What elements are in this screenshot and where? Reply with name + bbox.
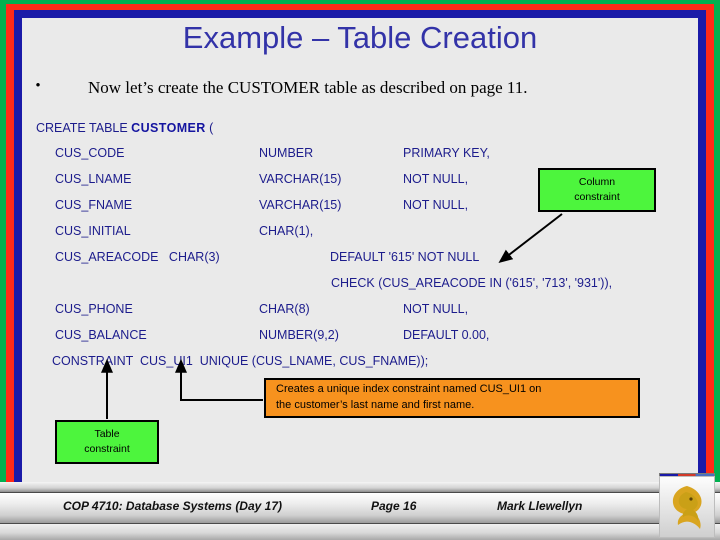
sql-table-constraint-row: CONSTRAINT CUS_UI1 UNIQUE (CUS_LNAME, CU… xyxy=(22,354,698,372)
sql-column-row: CUS_CODE NUMBER PRIMARY KEY, xyxy=(22,146,698,164)
sql-column-row: CUS_PHONE CHAR(8) NOT NULL, xyxy=(22,302,698,320)
footer-course-label: COP 4710: Database Systems (Day 17) xyxy=(63,499,282,513)
sql-column-constraint: DEFAULT 0.00, xyxy=(403,328,490,342)
sql-column-constraint: NOT NULL, xyxy=(403,302,469,316)
sql-column-constraint: PRIMARY KEY, xyxy=(403,146,490,160)
sql-column-name: CUS_INITIAL xyxy=(55,224,131,238)
sql-areacode-default: DEFAULT '615' NOT NULL xyxy=(330,250,480,264)
sql-column-name: CUS_BALANCE xyxy=(55,328,147,342)
sql-column-type: VARCHAR(15) xyxy=(259,198,342,212)
sql-unique-constraint: CONSTRAINT CUS_UI1 UNIQUE (CUS_LNAME, CU… xyxy=(52,354,429,368)
footer-author-label: Mark Llewellyn xyxy=(497,499,583,513)
sql-column-constraint: NOT NULL, xyxy=(403,172,469,186)
callout-unique-note-line2: the customer’s last name and first name. xyxy=(276,399,475,411)
sql-header-line: CREATE TABLE CUSTOMER ( xyxy=(36,121,213,135)
sql-column-name: CUS_CODE xyxy=(55,146,125,160)
sql-column-type: NUMBER xyxy=(259,146,314,160)
footer-page-number: Page 16 xyxy=(371,499,417,513)
callout-unique-index-note[interactable]: Creates a unique index constraint named … xyxy=(264,378,640,418)
sql-keyword-create-table: CREATE TABLE xyxy=(36,121,132,135)
callout-unique-note-line1: Creates a unique index constraint named … xyxy=(276,383,542,396)
sql-column-row: CUS_BALANCE NUMBER(9,2) DEFAULT 0.00, xyxy=(22,328,698,346)
callout-column-constraint-line2: constraint xyxy=(574,191,620,203)
sql-check-clause: CHECK (CUS_AREACODE IN ('615', '713', '9… xyxy=(331,276,613,290)
sql-column-type: NUMBER(9,2) xyxy=(259,328,339,342)
sql-column-name: CUS_FNAME xyxy=(55,198,133,212)
bullet-text: Now let’s create the CUSTOMER table as d… xyxy=(88,78,528,97)
sql-check-row: CHECK (CUS_AREACODE IN ('615', '713', '9… xyxy=(22,276,698,294)
sql-column-name: CUS_PHONE xyxy=(55,302,133,316)
sql-column-type: VARCHAR(15) xyxy=(259,172,342,186)
sql-column-row: CUS_INITIAL CHAR(1), xyxy=(22,224,698,242)
bullet-marker-icon: • xyxy=(35,78,41,94)
callout-column-constraint[interactable]: Column constraint xyxy=(538,168,656,212)
slide-footer: COP 4710: Database Systems (Day 17) Page… xyxy=(0,482,720,540)
callout-table-constraint-line1: Table xyxy=(94,427,120,440)
sql-column-constraint: NOT NULL, xyxy=(403,198,469,212)
sql-areacode-row: CUS_AREACODE CHAR(3) DEFAULT '615' NOT N… xyxy=(22,250,698,268)
sql-open-paren: ( xyxy=(205,121,214,135)
footer-band-bottom xyxy=(0,524,720,540)
callout-table-constraint-line2: constraint xyxy=(84,443,130,455)
callout-column-constraint-line1: Column xyxy=(578,175,616,188)
sql-column-name: CUS_LNAME xyxy=(55,172,132,186)
slide-canvas: Example – Table Creation • Now let’s crea… xyxy=(22,18,698,522)
footer-band-top xyxy=(0,482,720,493)
sql-areacode-declaration: CUS_AREACODE CHAR(3) xyxy=(55,250,220,264)
ucf-pegasus-logo-icon xyxy=(659,476,715,538)
sql-table-name: CUSTOMER xyxy=(131,121,206,135)
page-title: Example – Table Creation xyxy=(182,20,538,55)
sql-column-type: CHAR(8) xyxy=(259,302,310,316)
callout-table-constraint[interactable]: Table constraint xyxy=(55,420,159,464)
sql-column-type: CHAR(1), xyxy=(259,224,314,238)
slide: Example – Table Creation • Now let’s crea… xyxy=(0,0,720,540)
bullet-line: • Now let’s create the CUSTOMER table as … xyxy=(30,78,698,98)
